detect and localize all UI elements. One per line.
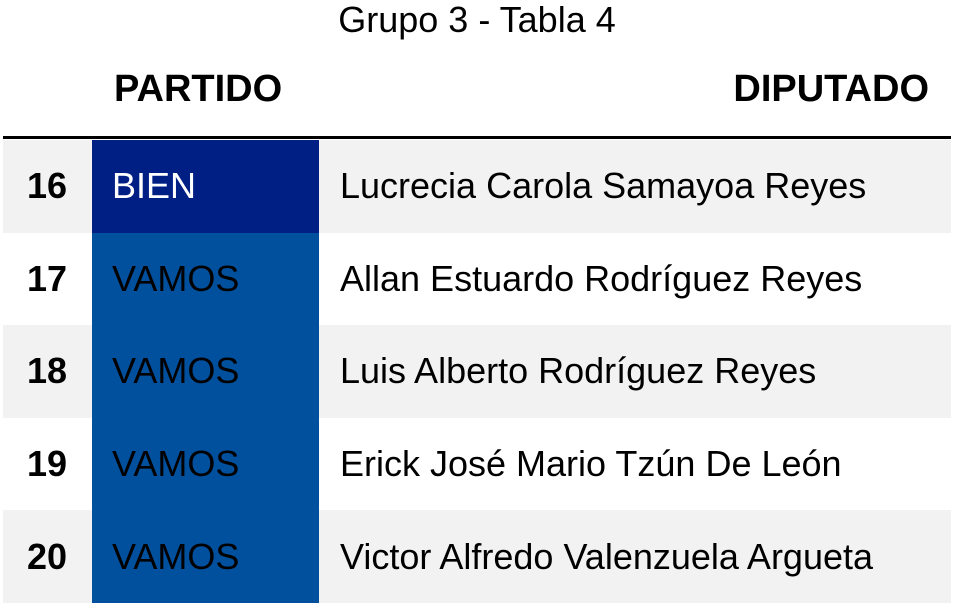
party-cell: BIEN — [92, 140, 319, 233]
table-header: PARTIDO DIPUTADO — [3, 44, 951, 139]
table-title: Grupo 3 - Tabla 4 — [338, 0, 616, 40]
party-cell: VAMOS — [92, 510, 319, 603]
table-row: 17 VAMOS Allan Estuardo Rodríguez Reyes — [3, 232, 951, 326]
column-header-partido: PARTIDO — [114, 68, 283, 110]
deputy-name: Victor Alfredo Valenzuela Argueta — [340, 535, 874, 577]
row-number: 19 — [26, 443, 68, 485]
row-number: 17 — [26, 257, 68, 299]
deputy-name: Lucrecia Carola Samayoa Reyes — [340, 165, 867, 207]
deputy-name: Allan Estuardo Rodríguez Reyes — [340, 257, 863, 299]
table-row: 19 VAMOS Erick José Mario Tzún De León — [3, 417, 951, 511]
table-row: 16 BIEN Lucrecia Carola Samayoa Reyes — [3, 140, 951, 233]
row-number: 18 — [26, 350, 68, 392]
table-body: 16 BIEN Lucrecia Carola Samayoa Reyes 17… — [3, 140, 951, 603]
table-row: 20 VAMOS Victor Alfredo Valenzuela Argue… — [3, 510, 951, 603]
column-header-diputado: DIPUTADO — [733, 68, 929, 110]
deputy-name: Erick José Mario Tzún De León — [340, 443, 842, 485]
party-cell: VAMOS — [92, 232, 319, 326]
deputy-name: Luis Alberto Rodríguez Reyes — [340, 350, 817, 392]
party-cell: VAMOS — [92, 417, 319, 511]
row-number: 16 — [26, 165, 68, 207]
party-cell: VAMOS — [92, 325, 319, 418]
table-row: 18 VAMOS Luis Alberto Rodríguez Reyes — [3, 325, 951, 418]
row-number: 20 — [26, 535, 68, 577]
deputies-table: PARTIDO DIPUTADO 16 BIEN Lucrecia Carola… — [3, 44, 951, 607]
